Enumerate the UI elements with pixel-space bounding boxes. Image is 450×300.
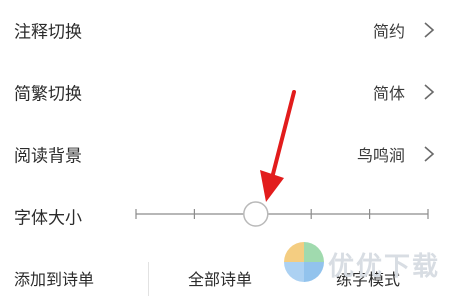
reading-background-value: 鸟鸣涧 [356,146,405,165]
site-logo-icon [284,242,324,282]
settings-row-script[interactable]: 简繁切换 简体 [0,62,450,122]
settings-row-background[interactable]: 阅读背景 鸟鸣涧 [0,124,450,184]
script-toggle-label: 简繁切换 [14,84,82,105]
chevron-right-icon [424,146,435,162]
bottom-divider [148,262,149,296]
script-toggle-value: 简体 [372,84,405,103]
font-size-label: 字体大小 [14,208,82,229]
chevron-right-icon [424,84,435,100]
watermark: 优优下载 [274,228,450,300]
reading-background-label: 阅读背景 [14,146,82,167]
slider-thumb[interactable] [243,201,269,227]
annotation-toggle-value: 简约 [372,22,405,41]
watermark-text: 优优下载 [328,252,441,282]
annotation-toggle-label: 注释切换 [14,22,82,43]
add-to-list-button[interactable]: 添加到诗单 [14,266,94,290]
chevron-right-icon [424,22,435,38]
settings-row-annotation[interactable]: 注释切换 简约 [0,0,450,60]
all-lists-button[interactable]: 全部诗单 [188,266,252,290]
